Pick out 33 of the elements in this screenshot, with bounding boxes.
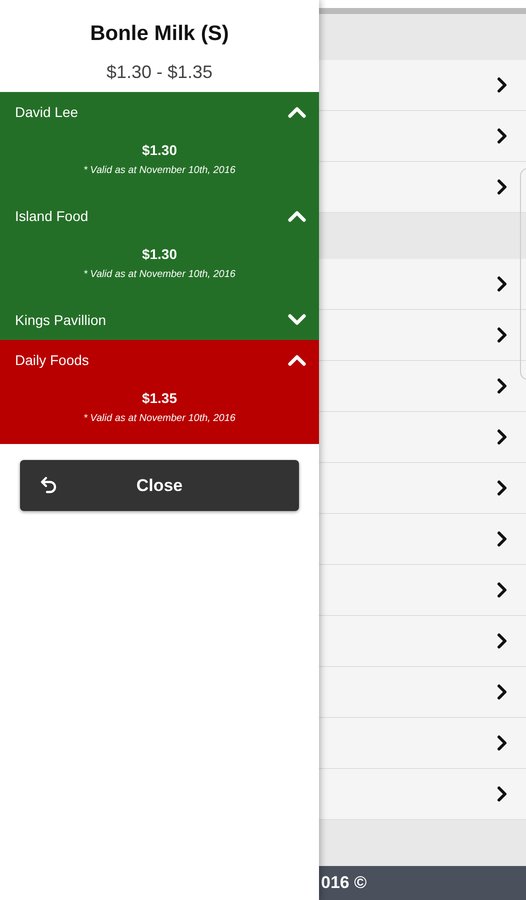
chevron-right-icon [496, 785, 508, 803]
caret-icon[interactable] [287, 105, 307, 119]
chevron-right-icon [496, 479, 508, 497]
store-name[interactable]: Daily Foods [15, 352, 89, 368]
store-price: $1.30 [142, 246, 178, 262]
chevron-right-icon [496, 76, 508, 94]
chevron-right-icon [496, 428, 508, 446]
close-button[interactable]: Close [20, 460, 299, 511]
caret-icon[interactable] [287, 353, 307, 367]
undo-icon [38, 476, 58, 496]
valid-note: * Valid as at November 10th, 2016 [84, 413, 236, 424]
caret-icon[interactable] [287, 209, 307, 223]
store-name[interactable]: David Lee [15, 104, 78, 120]
price-range: $1.30 - $1.35 [105, 62, 214, 84]
store-price: $1.35 [142, 390, 178, 406]
chevron-right-icon [496, 127, 508, 145]
chevron-right-icon [496, 377, 508, 395]
copyright-text: 016 © [320, 873, 367, 893]
store-price: $1.30 [142, 142, 178, 158]
store-name[interactable]: Kings Pavillion [15, 312, 106, 328]
product-title: Bonle Milk (S) [89, 22, 230, 46]
chevron-right-icon [496, 734, 508, 752]
valid-note: * Valid as at November 10th, 2016 [84, 269, 236, 280]
valid-note: * Valid as at November 10th, 2016 [84, 165, 236, 176]
chevron-right-icon [496, 581, 508, 599]
caret-icon[interactable] [287, 313, 307, 327]
chevron-right-icon [496, 275, 508, 293]
chevron-right-icon [496, 530, 508, 548]
chevron-right-icon [496, 178, 508, 196]
store-name[interactable]: Island Food [15, 208, 88, 224]
chevron-right-icon [496, 326, 508, 344]
chevron-right-icon [496, 683, 508, 701]
chevron-right-icon [496, 632, 508, 650]
